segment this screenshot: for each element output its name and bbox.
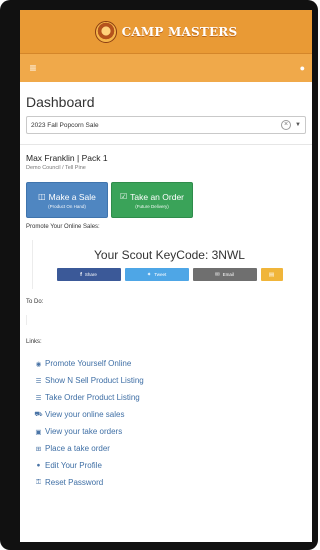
envelope-icon: ✉	[215, 271, 220, 278]
bag-icon: ▣	[35, 428, 42, 436]
app-screen: CAMP MASTERS ≡ ● Dashboard 2023 Fall Pop…	[20, 10, 312, 542]
chevron-down-icon[interactable]: ▼	[295, 122, 301, 128]
list-icon: ☰	[35, 377, 42, 385]
divider	[20, 144, 312, 145]
keycode-panel: Your Scout KeyCode: 3NWL f Share ✦ Tweet…	[32, 240, 306, 289]
sale-select[interactable]: 2023 Fall Popcorn Sale × ▼	[26, 116, 306, 134]
take-order-sublabel: (Future Delivery)	[135, 203, 169, 209]
cart-icon: ⛟	[34, 411, 43, 418]
hamburger-icon[interactable]: ≡	[27, 61, 39, 75]
link-view-take-orders[interactable]: ▣ View your take orders	[34, 423, 306, 440]
user-icon: ●	[36, 462, 41, 469]
links-label: Links:	[26, 339, 42, 345]
scout-subtitle: Demo Council / Tell Pine	[26, 165, 86, 171]
link-label: Show N Sell Product Listing	[45, 376, 144, 385]
links-list: ◉ Promote Yourself Online ☰ Show N Sell …	[26, 355, 306, 491]
facebook-share-button[interactable]: f Share	[56, 268, 121, 281]
action-row: ◫ Make a Sale (Product On Hand) ☑ Take a…	[26, 182, 306, 218]
email-share-label: Email	[222, 272, 234, 277]
sale-select-value: 2023 Fall Popcorn Sale	[31, 121, 99, 129]
todo-label: To Do:	[26, 299, 44, 305]
twitter-icon: ✦	[146, 271, 152, 278]
brand-header: CAMP MASTERS	[20, 10, 312, 54]
make-sale-button[interactable]: ◫ Make a Sale (Product On Hand)	[26, 182, 108, 218]
share-row: f Share ✦ Tweet ✉ Email ▤	[37, 268, 302, 281]
link-view-online-sales[interactable]: ⛟ View your online sales	[34, 406, 306, 423]
link-label: Promote Yourself Online	[45, 359, 132, 368]
link-label: View your online sales	[45, 410, 125, 419]
take-order-label: Take an Order	[130, 191, 185, 202]
message-icon: ▤	[268, 271, 275, 278]
nav-bar: ≡ ●	[20, 54, 312, 82]
globe-icon: ◉	[35, 360, 42, 368]
basket-icon: ◫	[38, 192, 46, 201]
checkbox-icon: ☑	[119, 192, 128, 201]
facebook-share-label: Share	[84, 272, 97, 277]
twitter-share-button[interactable]: ✦ Tweet	[124, 268, 189, 281]
link-label: Take Order Product Listing	[45, 393, 140, 402]
scout-name: Max Franklin | Pack 1	[26, 153, 108, 163]
main-content: Dashboard 2023 Fall Popcorn Sale × ▼ Max…	[20, 94, 312, 491]
make-sale-main: ◫ Make a Sale	[38, 192, 96, 202]
plus-square-icon: ⊞	[35, 445, 42, 453]
camp-masters-logo-icon	[94, 20, 117, 43]
clear-icon[interactable]: ×	[281, 120, 292, 130]
make-sale-sublabel: (Product On Hand)	[48, 203, 86, 209]
sms-share-button[interactable]: ▤	[260, 268, 283, 281]
link-show-n-sell-listing[interactable]: ☰ Show N Sell Product Listing	[34, 372, 306, 389]
promote-label: Promote Your Online Sales:	[26, 224, 100, 230]
key-icon: ⚿	[36, 478, 41, 486]
link-label: Reset Password	[45, 478, 104, 487]
link-take-order-listing[interactable]: ☰ Take Order Product Listing	[34, 389, 306, 406]
link-edit-profile[interactable]: ● Edit Your Profile	[34, 457, 306, 474]
user-icon[interactable]: ●	[300, 63, 305, 73]
link-place-take-order[interactable]: ⊞ Place a take order	[34, 440, 306, 457]
email-share-button[interactable]: ✉ Email	[192, 268, 257, 281]
scout-keycode: Your Scout KeyCode: 3NWL	[94, 248, 245, 262]
take-order-button[interactable]: ☑ Take an Order (Future Delivery)	[111, 182, 193, 218]
todo-list	[26, 315, 30, 325]
make-sale-label: Make a Sale	[48, 191, 96, 202]
link-promote-yourself-online[interactable]: ◉ Promote Yourself Online	[34, 355, 306, 372]
link-label: Place a take order	[45, 444, 110, 453]
phone-frame: CAMP MASTERS ≡ ● Dashboard 2023 Fall Pop…	[0, 0, 318, 550]
page-title: Dashboard	[26, 94, 95, 110]
take-order-main: ☑ Take an Order	[120, 192, 184, 202]
list-icon: ☰	[35, 394, 42, 402]
brand-name: CAMP MASTERS	[121, 24, 238, 39]
twitter-share-label: Tweet	[154, 272, 167, 277]
facebook-icon: f	[80, 271, 82, 278]
link-label: View your take orders	[45, 427, 123, 436]
link-reset-password[interactable]: ⚿ Reset Password	[34, 474, 306, 491]
link-label: Edit Your Profile	[45, 461, 102, 470]
